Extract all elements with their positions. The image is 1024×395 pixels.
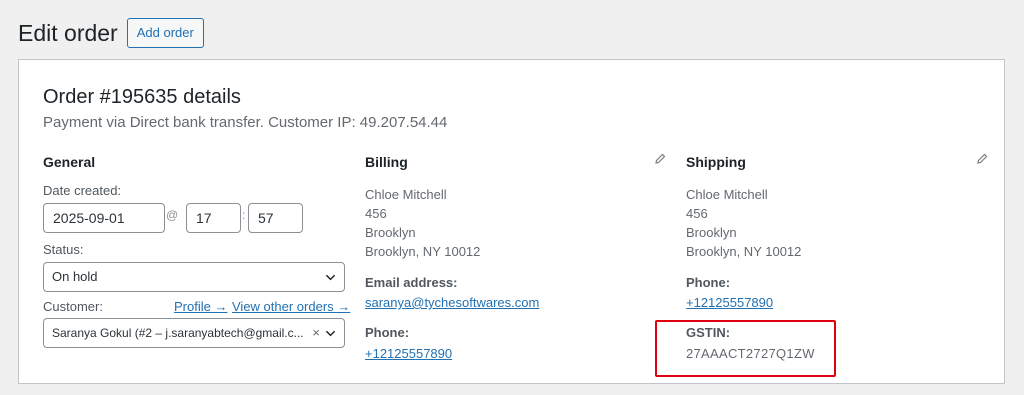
- page-title: Edit order: [18, 19, 118, 46]
- billing-name: Chloe Mitchell: [365, 187, 447, 202]
- page-header: Edit order Add order: [18, 18, 204, 48]
- add-order-button[interactable]: Add order: [126, 18, 204, 48]
- clear-icon[interactable]: ×: [312, 319, 320, 347]
- customer-select[interactable]: Saranya Gokul (#2 – j.saranyabtech@gmail…: [43, 318, 345, 348]
- pencil-icon[interactable]: [976, 153, 988, 165]
- billing-email-label: Email address:: [365, 275, 458, 290]
- view-other-orders-link[interactable]: View other orders →: [232, 299, 350, 314]
- chevron-down-icon: [325, 274, 336, 281]
- billing-email-link[interactable]: saranya@tychesoftwares.com: [365, 295, 539, 310]
- shipping-section: Shipping: [686, 154, 746, 170]
- order-title: Order #195635 details: [43, 86, 241, 108]
- billing-street: 456: [365, 206, 387, 221]
- shipping-name: Chloe Mitchell: [686, 187, 768, 202]
- chevron-down-icon: [325, 330, 336, 337]
- order-subtitle: Payment via Direct bank transfer. Custom…: [43, 114, 448, 131]
- customer-value: Saranya Gokul (#2 – j.saranyabtech@gmail…: [52, 326, 304, 340]
- hour-input[interactable]: 17: [186, 203, 241, 233]
- order-details-panel: Order #195635 details Payment via Direct…: [18, 59, 1005, 384]
- billing-city: Brooklyn: [365, 225, 416, 240]
- customer-label: Customer:: [43, 299, 103, 314]
- shipping-city-state-zip: Brooklyn, NY 10012: [686, 244, 802, 259]
- status-label: Status:: [43, 242, 84, 257]
- billing-city-state-zip: Brooklyn, NY 10012: [365, 244, 481, 259]
- billing-heading: Billing: [365, 154, 408, 170]
- at-symbol: @: [166, 208, 179, 222]
- shipping-phone-label: Phone:: [686, 275, 731, 290]
- general-section: General: [43, 154, 95, 170]
- shipping-street: 456: [686, 206, 708, 221]
- shipping-city: Brooklyn: [686, 225, 737, 240]
- billing-phone-link[interactable]: +12125557890: [365, 346, 452, 361]
- billing-phone-label: Phone:: [365, 325, 410, 340]
- gstin-highlight-box: [655, 320, 836, 377]
- minute-input[interactable]: 57: [248, 203, 303, 233]
- time-colon: :: [242, 208, 246, 222]
- status-value: On hold: [52, 269, 98, 284]
- status-select[interactable]: On hold: [43, 262, 345, 292]
- billing-section: Billing: [365, 154, 408, 170]
- shipping-heading: Shipping: [686, 154, 746, 170]
- shipping-address: Chloe Mitchell 456 Brooklyn Brooklyn, NY…: [686, 185, 801, 261]
- general-heading: General: [43, 154, 96, 170]
- date-input[interactable]: 2025-09-01: [43, 203, 165, 233]
- shipping-phone-link[interactable]: +12125557890: [686, 295, 773, 310]
- profile-link[interactable]: Profile →: [174, 299, 227, 314]
- date-created-label: Date created:: [43, 183, 122, 198]
- billing-address: Chloe Mitchell 456 Brooklyn Brooklyn, NY…: [365, 185, 480, 261]
- pencil-icon[interactable]: [654, 153, 666, 165]
